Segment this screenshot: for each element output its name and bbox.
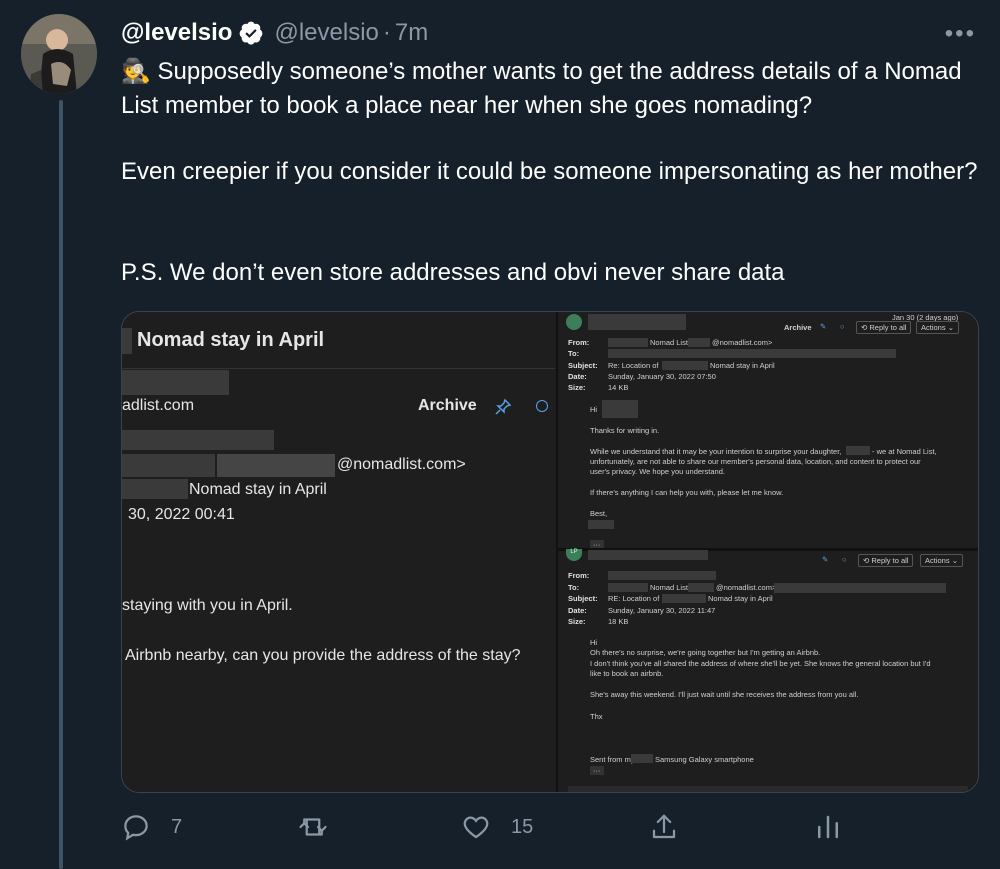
body-line-2b: - we at Nomad List, [872,447,937,456]
circle-icon[interactable] [536,400,548,412]
from-email: @nomadlist.com> [712,338,773,347]
body-line-2a: While we understand that it may be your … [590,447,842,456]
tweet-actions: 7 15 [121,812,961,852]
body-line-1: staying with you in April. [122,597,293,614]
size-value: 14 KB [608,383,629,392]
thx: Thx [590,712,603,721]
date-label: Date: [568,606,587,615]
tweet-header: @levelsio @levelsio · 7m [121,16,428,50]
size-label: Size: [568,617,586,626]
archive-button-small[interactable]: Archive [784,323,812,332]
body-line-1: Oh there's no surprise, we're going toge… [590,648,821,657]
like-icon [463,816,489,839]
subject-label: Subject: [568,594,598,603]
sent-from-a: Sent from my [590,755,635,764]
body-line-2: I don't think you've all shared the addr… [590,659,931,668]
avatar[interactable] [21,14,97,94]
greeting: Hi [590,638,598,647]
subject-value-2: Nomad stay in April [710,361,775,370]
tweet-text-p2: Even creepier if you consider it could b… [121,158,978,185]
pin-icon[interactable] [494,398,512,421]
left-email-screenshot: Nomad stay in April adlist.com Archive @… [122,312,555,792]
reply-all-button[interactable]: ⟲ Reply to all [856,321,912,334]
tweet-text-p1: 🕵️ Supposedly someone’s mother wants to … [121,58,962,119]
from-label: From: [568,338,590,347]
retweet-icon [299,818,327,836]
to-email: @nomadlist.com> [716,583,777,592]
archive-button[interactable]: Archive [418,397,477,415]
reply-all-button[interactable]: ⟲ Reply to all [858,554,914,567]
size-label: Size: [568,383,586,392]
email-subject-title: Nomad stay in April [137,329,325,351]
timestamp[interactable]: 7m [395,19,428,47]
greeting: Hi [590,405,598,414]
thread-line [59,100,63,869]
expand-quote-button[interactable]: ··· [590,766,604,775]
pin-icon[interactable]: ✎ [822,555,828,564]
reply-count: 7 [171,815,183,838]
like-count: 15 [511,815,534,838]
handle[interactable]: @levelsio [274,19,378,47]
body-line-4: user's privacy. We hope you understand. [590,467,725,476]
share-icon [652,814,676,839]
actions-button[interactable]: Actions ⌄ [916,321,959,334]
circle-icon[interactable]: ○ [840,322,845,331]
analytics-icon [818,815,838,839]
circle-icon[interactable]: ○ [842,555,847,564]
to-value: Nomad List [650,583,688,592]
more-icon[interactable]: ••• [945,20,976,48]
right-email-screenshot: Jan 30 (2 days ago) Archive ✎ ○ ⟲ Reply … [556,312,978,792]
from-value: Nomad List [650,338,688,347]
to-label: To: [568,349,580,358]
to-email-fragment: @nomadlist.com> [337,456,466,473]
body-line-4: She's away this weekend. I'll just wait … [590,690,859,699]
pin-icon[interactable]: ✎ [820,322,826,331]
size-value: 18 KB [608,617,629,626]
sender-avatar [566,314,582,330]
footer-buttons [568,786,968,792]
body-line-1: Thanks for writing in. [590,426,660,435]
like-button[interactable]: 15 [461,812,533,842]
retweet-button[interactable] [298,812,328,842]
body-line-2: Airbnb nearby, can you provide the addre… [125,647,521,664]
subject-value-2: Nomad stay in April [708,594,773,603]
signoff: Best, [590,509,608,518]
reply-button[interactable]: 7 [121,812,182,842]
sender-avatar-lp: LP [566,549,582,561]
to-label: To: [568,583,580,592]
reply-icon [124,815,148,841]
date-fragment: 30, 2022 00:41 [128,506,235,523]
tweet-media[interactable]: Nomad stay in April adlist.com Archive @… [121,311,979,793]
from-label: From: [568,571,590,580]
analytics-button[interactable] [813,812,843,842]
body-line-3: unfortunately, are not able to share our… [590,457,921,466]
verified-badge-icon [238,20,264,46]
date-label: Date: [568,372,587,381]
separator: · [382,19,391,46]
subject-fragment: Nomad stay in April [189,481,327,498]
body-line-3: like to book an airbnb. [590,669,664,678]
tweet-text-p3: P.S. We don’t even store addresses and o… [121,259,785,286]
subject-value: RE: Location of [608,594,660,603]
email-domain-fragment: adlist.com [122,397,195,414]
subject-value: Re: Location of [608,361,659,370]
display-name[interactable]: @levelsio [121,19,232,47]
actions-button[interactable]: Actions ⌄ [920,554,963,567]
date-value: Sunday, January 30, 2022 07:50 [608,372,716,381]
date-value: Sunday, January 30, 2022 11:47 [608,606,716,615]
body-line-5: If there's anything I can help you with,… [590,488,784,497]
sent-from-b: Samsung Galaxy smartphone [655,755,754,764]
subject-label: Subject: [568,361,598,370]
share-button[interactable] [649,812,679,842]
